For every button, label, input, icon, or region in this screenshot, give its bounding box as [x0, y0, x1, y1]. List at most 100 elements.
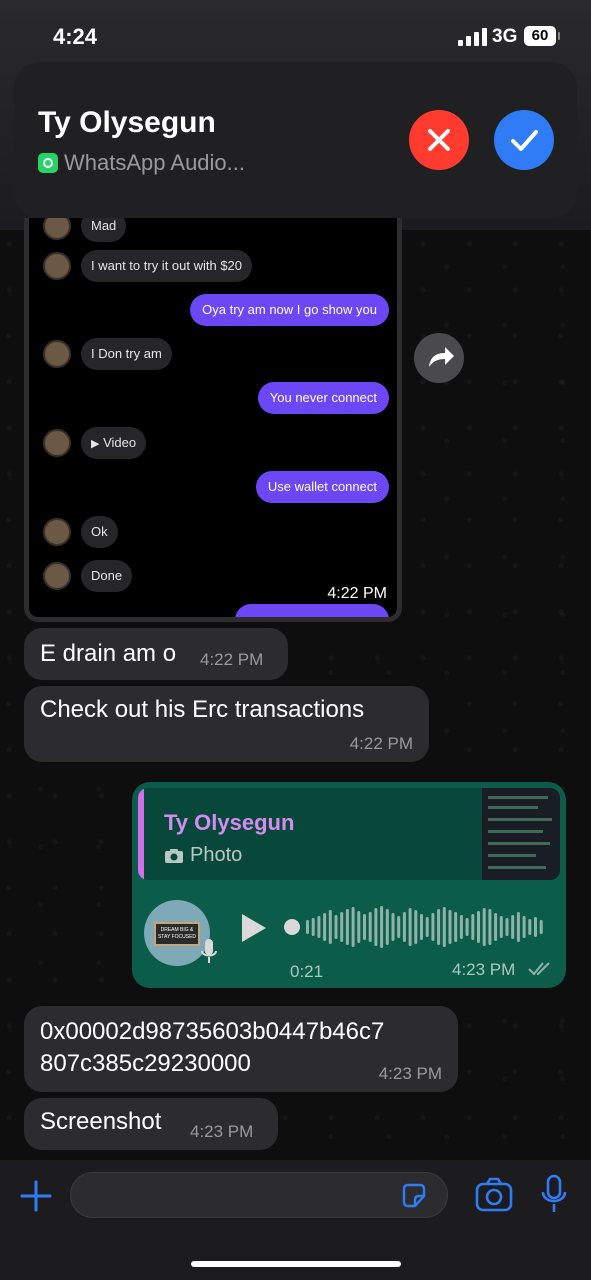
reply-subtitle: Photo	[164, 844, 242, 867]
screenshot-incoming-message: Done	[81, 560, 133, 592]
message-time: 4:23 PM	[452, 960, 516, 979]
incoming-message[interactable]: 0x00002d98735603b0447b46c7 807c385c29230…	[24, 1006, 458, 1092]
screenshot-incoming-message: I want to try it out with $20	[81, 250, 253, 282]
screenshot-outgoing-message: Oya try am now I go show you	[190, 294, 389, 326]
waveform-bar	[397, 916, 401, 938]
avatar	[43, 518, 71, 546]
reply-contact-name: Ty Olysegun	[164, 810, 295, 835]
waveform-bar	[539, 920, 543, 934]
forward-button[interactable]	[414, 333, 464, 383]
screenshot-image-message[interactable]: Mad I want to try it out with $20 Oya tr…	[24, 218, 402, 622]
screenshot-row: I want to try it out with $20	[43, 250, 253, 282]
waveform-bar	[437, 909, 441, 945]
waveform-bar	[425, 917, 429, 937]
signal-icon	[458, 28, 487, 46]
forward-icon	[429, 347, 454, 367]
waveform-bar	[414, 910, 418, 944]
incoming-message[interactable]: Check out his Erc transactions 4:22 PM	[24, 686, 429, 762]
audio-waveform[interactable]	[284, 902, 548, 952]
plus-icon[interactable]	[18, 1178, 54, 1214]
waveform-bar	[374, 908, 378, 946]
status-time: 4:24	[53, 24, 98, 49]
waveform-bar	[408, 908, 412, 946]
screenshot-video-message: ▶ Video	[81, 427, 147, 459]
waveform-bar	[477, 911, 480, 943]
outgoing-voice-message[interactable]: Ty Olysegun Photo DREAM BIG & STAY FOCUS…	[132, 782, 566, 988]
message-text-field[interactable]	[70, 1172, 448, 1218]
waveform-bar	[420, 914, 423, 940]
waveform-bar	[465, 918, 469, 936]
waveform-bar	[345, 909, 349, 945]
waveform-bar	[471, 914, 475, 940]
status-bar: 4:24 3G 60	[0, 0, 591, 70]
message-time: 4:23 PM	[378, 1064, 442, 1083]
screenshot-incoming-message: Ok	[81, 516, 118, 548]
avatar	[43, 562, 71, 590]
waveform-bar	[323, 913, 327, 941]
accept-button[interactable]	[494, 110, 554, 170]
whatsapp-icon	[38, 153, 58, 173]
screenshot-row: Mad	[43, 218, 127, 242]
notification-banner[interactable]: Ty Olysegun WhatsApp Audio...	[14, 62, 577, 218]
decline-button[interactable]	[409, 110, 469, 170]
waveform-bar	[363, 914, 366, 940]
waveform-bar	[448, 910, 452, 944]
message-text: 0x00002d98735603b0447b46c7	[40, 1018, 385, 1045]
message-text: Check out his Erc transactions	[40, 696, 365, 723]
waveform-bar	[511, 915, 515, 939]
playback-position[interactable]	[284, 919, 300, 935]
incoming-message[interactable]: E drain am o 4:22 PM	[24, 628, 288, 680]
waveform-bar	[431, 913, 435, 941]
avatar	[43, 218, 71, 240]
waveform-bar	[459, 915, 463, 939]
camera-icon	[165, 848, 183, 863]
waveform-bar	[306, 920, 309, 934]
waveform-bar	[380, 906, 384, 948]
waveform-bar	[482, 908, 486, 946]
incoming-message[interactable]: Screenshot 4:23 PM	[24, 1098, 278, 1150]
screenshot-outgoing-message: Use wallet connect	[255, 471, 389, 503]
screenshot-row: ▶ Video	[43, 427, 147, 459]
waveform-bar	[534, 917, 537, 937]
microphone-icon[interactable]	[540, 1174, 568, 1216]
camera-icon[interactable]	[474, 1176, 514, 1214]
sticker-icon[interactable]	[399, 1181, 429, 1211]
waveform-bar	[357, 911, 361, 943]
waveform-bar	[391, 913, 395, 941]
reply-type: Photo	[190, 844, 243, 866]
waveform-bar	[340, 912, 344, 942]
avatar	[43, 340, 71, 368]
play-icon: ▶	[91, 438, 100, 450]
message-time: 4:22 PM	[327, 585, 387, 602]
banner-subtitle-text: WhatsApp Audio...	[64, 150, 245, 175]
network-type: 3G	[492, 26, 518, 47]
battery-icon: 60	[524, 26, 560, 46]
waveform-bar	[522, 916, 526, 938]
reply-accent-bar	[138, 788, 144, 880]
screenshot-outgoing-partial	[235, 604, 389, 617]
waveform-bar	[402, 912, 406, 942]
reply-thumbnail	[482, 788, 560, 880]
waveform-bar	[385, 909, 389, 945]
waveform-bar	[317, 916, 321, 938]
waveform-bar	[454, 912, 458, 942]
waveform-bar	[488, 909, 492, 945]
screenshot-incoming-message: I Don try am	[81, 338, 172, 370]
banner-subtitle: WhatsApp Audio...	[38, 150, 245, 176]
screenshot-row: Ok	[43, 516, 118, 548]
message-text: Screenshot	[40, 1108, 162, 1135]
waveform-bar	[442, 907, 446, 947]
screenshot-row: Done	[43, 560, 133, 592]
avatar	[43, 252, 71, 280]
play-button[interactable]	[238, 910, 270, 946]
waveform-bar	[351, 907, 355, 947]
screenshot-row: I Don try am	[43, 338, 172, 370]
video-label: Video	[103, 435, 137, 450]
avatar	[43, 429, 71, 457]
reply-preview[interactable]: Ty Olysegun Photo	[138, 788, 560, 880]
waveform-bar	[516, 912, 520, 942]
waveform-bar	[334, 915, 338, 939]
waveform-bar	[328, 910, 332, 944]
home-indicator[interactable]	[191, 1261, 401, 1267]
message-time: 4:22 PM	[200, 650, 264, 669]
